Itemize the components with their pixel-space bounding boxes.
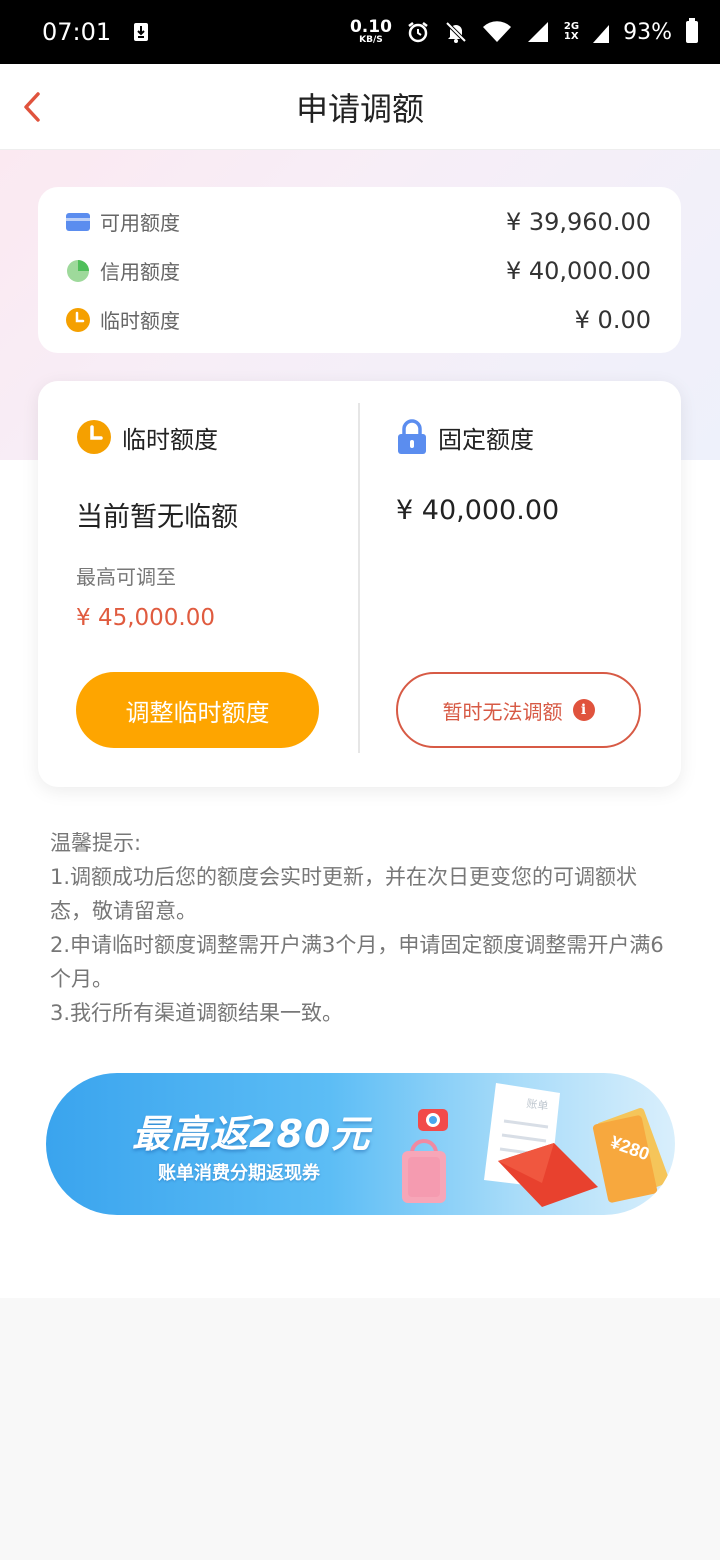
banner-title: 最高返280元 bbox=[132, 1112, 371, 1156]
temporary-limit-status: 当前暂无临额 bbox=[76, 502, 238, 533]
adjust-limit-card: 临时额度 当前暂无临额 最高可调至 ¥ 45,000.00 调整临时额度 固定额… bbox=[38, 381, 681, 787]
max-adjust-value: ¥ 45,000.00 bbox=[76, 605, 215, 631]
download-icon bbox=[133, 22, 149, 42]
tips-section: 温馨提示: 1.调额成功后您的额度会实时更新，并在次日更变您的可调额状态，敬请留… bbox=[50, 826, 675, 1030]
temporary-limit-section: 临时额度 当前暂无临额 最高可调至 ¥ 45,000.00 调整临时额度 bbox=[76, 381, 336, 787]
card-icon bbox=[66, 212, 90, 231]
network-speed: 0.10 KB/S bbox=[349, 17, 392, 45]
coupon-stack: ¥280 bbox=[592, 1107, 670, 1203]
back-arrow-icon bbox=[24, 92, 40, 122]
summary-row-temporary: 临时额度 ¥ 0.00 bbox=[66, 295, 651, 344]
card-divider bbox=[358, 403, 360, 753]
credit-summary-card: 可用额度 ¥ 39,960.00 信用额度 ¥ 40,000.00 临时额度 ¥… bbox=[38, 187, 681, 353]
battery-icon bbox=[686, 18, 698, 43]
banner-illustration: 账单 ¥280 bbox=[402, 1083, 670, 1207]
status-time: 07:01 bbox=[42, 18, 112, 46]
cannot-adjust-label: 暂时无法调额 bbox=[442, 699, 563, 724]
status-bar: 07:01 0.10 KB/S 2G 1X 93% bbox=[0, 0, 720, 64]
signal-icon bbox=[526, 20, 550, 44]
summary-label: 临时额度 bbox=[100, 309, 180, 333]
fixed-limit-section: 固定额度 ¥ 40,000.00 暂时无法调额 i bbox=[396, 381, 656, 787]
summary-label: 可用额度 bbox=[100, 211, 180, 235]
tip-item: 2.申请临时额度调整需开户满3个月，申请固定额度调整需开户满6个月。 bbox=[50, 933, 664, 991]
cannot-adjust-button[interactable]: 暂时无法调额 i bbox=[396, 672, 641, 748]
signal-2-icon bbox=[593, 21, 610, 43]
alarm-icon bbox=[406, 20, 430, 44]
back-button[interactable] bbox=[22, 90, 52, 124]
clock-icon bbox=[77, 420, 111, 454]
summary-value: ¥ 40,000.00 bbox=[505, 256, 651, 285]
tip-item: 3.我行所有渠道调额结果一致。 bbox=[50, 1001, 344, 1025]
lock-icon bbox=[398, 419, 426, 454]
adjust-temporary-limit-button[interactable]: 调整临时额度 bbox=[76, 672, 319, 748]
summary-value: ¥ 39,960.00 bbox=[505, 207, 651, 236]
summary-row-available: 可用额度 ¥ 39,960.00 bbox=[66, 197, 651, 246]
fixed-limit-label: 固定额度 bbox=[438, 425, 534, 454]
pie-icon bbox=[67, 259, 89, 282]
header-bar: 申请调额 bbox=[0, 64, 720, 150]
clock-icon bbox=[66, 307, 90, 332]
fixed-limit-value: ¥ 40,000.00 bbox=[396, 495, 560, 526]
banner-subtitle: 账单消费分期返现券 bbox=[158, 1163, 320, 1184]
max-adjust-label: 最高可调至 bbox=[76, 565, 176, 589]
summary-row-credit: 信用额度 ¥ 40,000.00 bbox=[66, 246, 651, 295]
info-icon: i bbox=[572, 699, 595, 721]
tip-item: 1.调额成功后您的额度会实时更新，并在次日更变您的可调额状态，敬请留意。 bbox=[50, 865, 638, 923]
summary-value: ¥ 0.00 bbox=[574, 305, 651, 334]
tips-title: 温馨提示: bbox=[50, 831, 142, 855]
summary-label: 信用额度 bbox=[100, 260, 180, 284]
network-type: 2G 1X bbox=[563, 21, 580, 42]
mute-bell-icon bbox=[444, 20, 468, 44]
camera-icon bbox=[418, 1109, 448, 1131]
battery-percent: 93% bbox=[623, 19, 672, 45]
page-title: 申请调额 bbox=[295, 89, 424, 128]
handbag-icon bbox=[402, 1139, 446, 1203]
wifi-icon bbox=[482, 20, 512, 44]
promo-banner[interactable]: 最高返280元 账单消费分期返现券 账单 ¥280 bbox=[46, 1073, 675, 1215]
temporary-limit-label: 临时额度 bbox=[122, 425, 218, 454]
